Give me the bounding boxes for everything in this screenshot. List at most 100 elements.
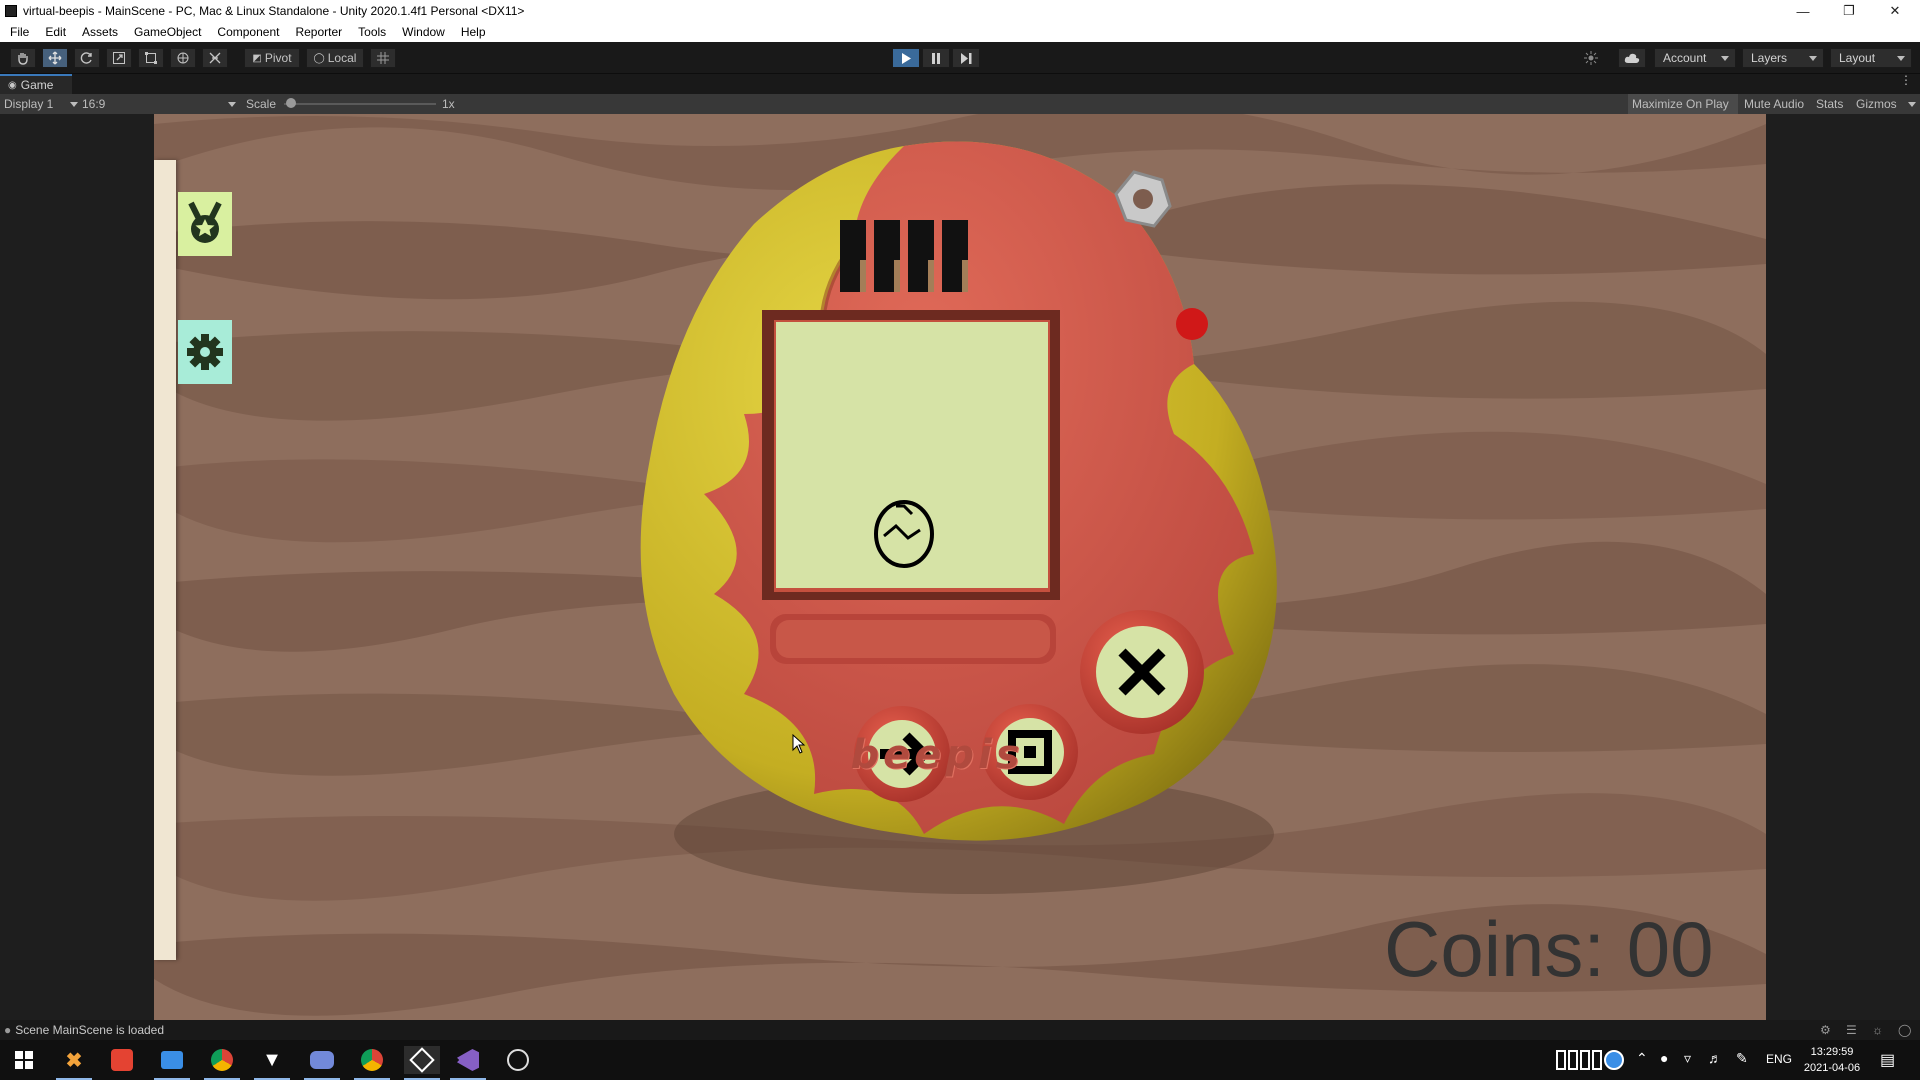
collab-sun-icon[interactable] — [1578, 48, 1604, 68]
status-message[interactable]: Scene MainScene is loaded — [15, 1023, 164, 1037]
square-target-icon[interactable] — [982, 706, 1078, 802]
unity-app-icon — [5, 5, 17, 17]
achievements-button[interactable] — [178, 192, 232, 256]
aspect-label: 16:9 — [82, 97, 106, 111]
pen-icon[interactable]: ✎ — [1736, 1050, 1748, 1067]
side-panel — [154, 160, 176, 960]
chrome-icon[interactable] — [208, 1046, 236, 1074]
volume-icon[interactable]: ♬ — [1708, 1050, 1722, 1066]
lighting-icon[interactable]: ☼ — [1872, 1023, 1883, 1037]
scale-slider[interactable] — [284, 94, 436, 114]
menu-component[interactable]: Component — [209, 25, 287, 39]
play-icon — [902, 52, 911, 64]
pause-button[interactable] — [922, 48, 950, 68]
slider-thumb[interactable] — [286, 98, 296, 108]
local-icon: ◯ — [313, 52, 325, 64]
aspect-dropdown[interactable]: 16:9 — [82, 94, 238, 114]
close-x-icon[interactable] — [1080, 610, 1204, 734]
kebab-menu-icon[interactable]: ⋮ — [1900, 74, 1912, 86]
display-dropdown[interactable]: Display 1 — [4, 94, 78, 114]
unity-icon[interactable] — [404, 1046, 440, 1074]
pivot-toggle[interactable]: ◩ Pivot — [244, 48, 300, 68]
maximize-on-play-toggle[interactable]: Maximize On Play — [1628, 94, 1738, 114]
clock[interactable]: 13:29:59 2021-04-06 — [1800, 1044, 1864, 1076]
clock-date: 2021-04-06 — [1803, 1062, 1861, 1074]
grid-snap-icon[interactable] — [370, 48, 396, 68]
scale-value: 1x — [442, 97, 455, 111]
layers-dropdown[interactable]: Layers — [1742, 48, 1824, 68]
visual-studio-icon[interactable] — [454, 1046, 482, 1074]
game-view-controls: Display 1 16:9 Scale 1x Maximize On Play… — [0, 94, 1920, 114]
scale-label: Scale — [246, 97, 277, 111]
chevron-down-icon — [228, 102, 236, 107]
game-viewport[interactable]: beepis Coins: 00 — [154, 114, 1766, 1020]
progress-icon[interactable]: ◯ — [1898, 1023, 1911, 1037]
x-app-icon[interactable]: ✖ — [60, 1046, 88, 1074]
layers-icon[interactable]: ☰ — [1846, 1023, 1857, 1037]
custom-tool-icon[interactable] — [202, 48, 228, 68]
arrow-right-icon[interactable] — [854, 708, 950, 804]
chevron-down-icon — [1721, 56, 1729, 61]
menu-reporter[interactable]: Reporter — [287, 25, 350, 39]
notification-icon[interactable]: ▤ — [1880, 1050, 1895, 1070]
tab-game[interactable]: ◉ Game — [0, 74, 72, 94]
menu-edit[interactable]: Edit — [37, 25, 74, 39]
step-button[interactable] — [952, 48, 980, 68]
minimize-button[interactable]: — — [1780, 0, 1826, 22]
gamepad-icon: ◉ — [8, 79, 17, 91]
language-indicator[interactable]: ENG — [1766, 1052, 1792, 1066]
stats-toggle[interactable]: Stats — [1816, 94, 1843, 114]
account-dropdown[interactable]: Account — [1654, 48, 1736, 68]
wifi-icon[interactable]: ▿ — [1684, 1050, 1691, 1067]
layout-dropdown[interactable]: Layout — [1830, 48, 1912, 68]
hand-tool-icon[interactable] — [10, 48, 36, 68]
medal-icon — [188, 201, 222, 243]
discord-icon[interactable] — [308, 1046, 336, 1074]
local-label: Local — [327, 51, 357, 65]
gizmos-dropdown[interactable]: Gizmos — [1856, 94, 1916, 114]
rotate-tool-icon[interactable] — [74, 48, 100, 68]
menu-file[interactable]: File — [2, 25, 37, 39]
menu-window[interactable]: Window — [394, 25, 453, 39]
chevron-down-icon — [1908, 102, 1916, 107]
tray-expand-icon[interactable]: ⌃ — [1636, 1050, 1648, 1067]
microphone-icon[interactable]: ● — [1660, 1050, 1668, 1066]
windows-start-icon[interactable] — [10, 1046, 38, 1074]
info-icon: ● — [4, 1023, 12, 1037]
menu-gameobject[interactable]: GameObject — [126, 25, 209, 39]
status-bar: ● Scene MainScene is loaded ⚙ ☰ ☼ ◯ — [0, 1020, 1920, 1040]
gear-icon — [187, 334, 223, 370]
play-button[interactable] — [892, 48, 920, 68]
todoist-icon[interactable] — [108, 1046, 136, 1074]
chrome-icon[interactable] — [358, 1046, 386, 1074]
obs-icon[interactable] — [504, 1046, 532, 1074]
beepis-device — [640, 141, 1277, 894]
menu-assets[interactable]: Assets — [74, 25, 126, 39]
gizmos-label: Gizmos — [1856, 97, 1897, 111]
mute-audio-toggle[interactable]: Mute Audio — [1744, 94, 1804, 114]
move-tool-icon[interactable] — [42, 48, 68, 68]
slider-track — [284, 103, 436, 105]
chevron-down-icon — [1897, 56, 1905, 61]
pivot-label: Pivot — [264, 51, 292, 65]
rect-tool-icon[interactable] — [138, 48, 164, 68]
scale-tool-icon[interactable] — [106, 48, 132, 68]
chevron-down-icon — [70, 102, 78, 107]
menu-bar: File Edit Assets GameObject Component Re… — [0, 22, 1920, 42]
cloud-icon[interactable] — [1618, 48, 1646, 68]
transform-tool-icon[interactable] — [170, 48, 196, 68]
local-toggle[interactable]: ◯ Local — [306, 48, 364, 68]
mail-icon[interactable] — [158, 1046, 186, 1074]
network-globe-icon[interactable] — [1604, 1050, 1624, 1070]
debug-icon[interactable]: ⚙ — [1820, 1023, 1831, 1037]
main-toolbar: ◩ Pivot ◯ Local Account Layers Layout — [0, 42, 1920, 74]
menu-tools[interactable]: Tools — [350, 25, 394, 39]
windows-taskbar: ✖ ▼ ⌃ ● ▿ ♬ ✎ ENG 13:29:59 2021-04-06 ▤ — [0, 1040, 1920, 1080]
game-tab-bar: ◉ Game ⋮ — [0, 74, 1920, 94]
restore-button[interactable]: ❐ — [1826, 0, 1872, 22]
close-window-button[interactable]: ✕ — [1872, 0, 1918, 22]
coins-counter: Coins: 00 — [1384, 905, 1714, 993]
fox-app-icon[interactable]: ▼ — [258, 1046, 286, 1074]
menu-help[interactable]: Help — [453, 25, 494, 39]
settings-button[interactable] — [178, 320, 232, 384]
